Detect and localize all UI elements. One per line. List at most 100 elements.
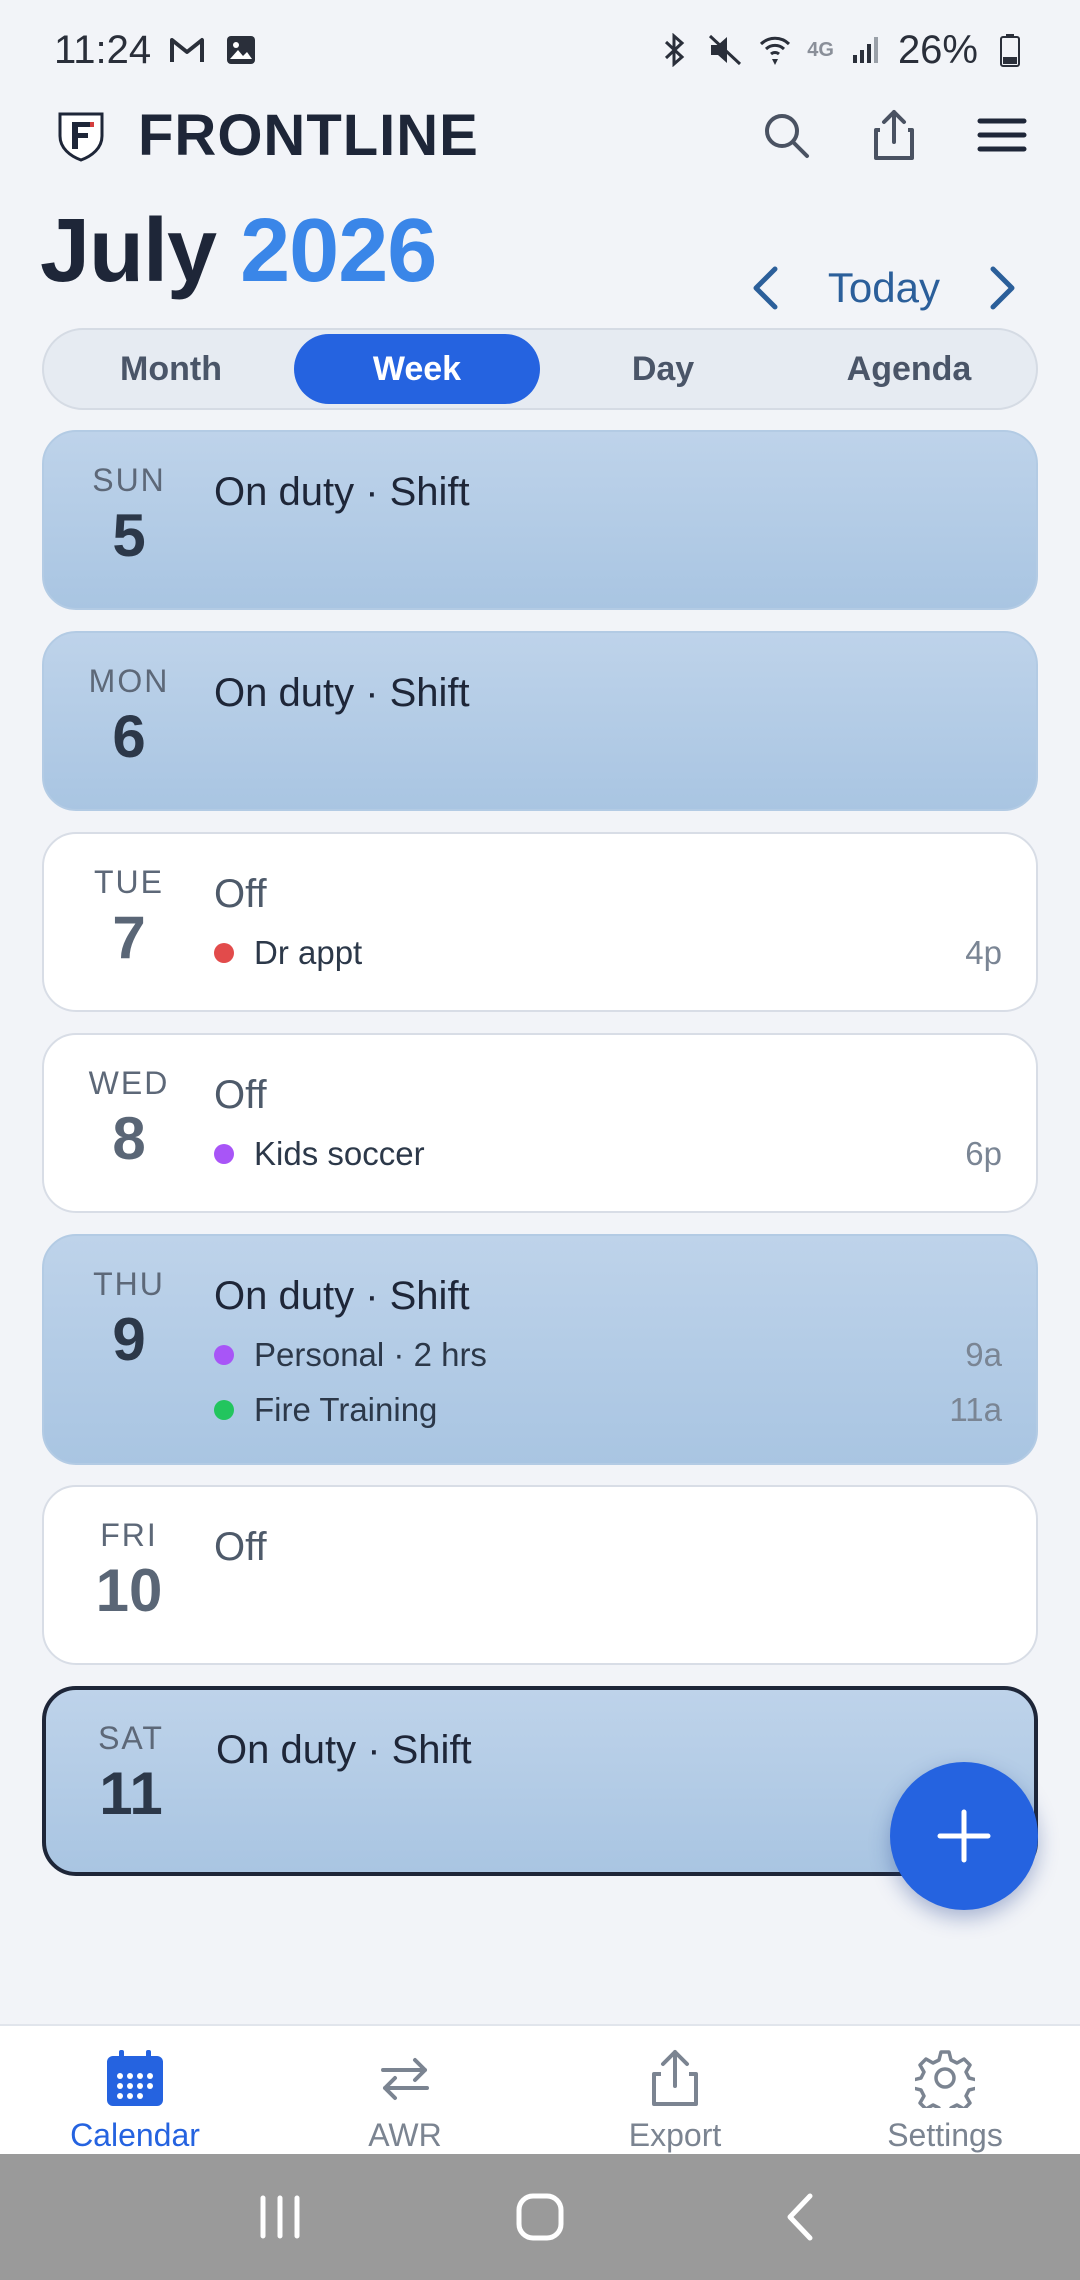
- recent-apps-button[interactable]: [245, 2182, 315, 2252]
- brand-title: FRONTLINE: [138, 102, 479, 168]
- nav-settings-label: Settings: [887, 2117, 1003, 2153]
- event-color-dot: [214, 1345, 234, 1365]
- day-status: Off: [214, 1525, 267, 1569]
- day-of-week: SUN: [92, 462, 166, 498]
- menu-button[interactable]: [972, 105, 1032, 165]
- nav-calendar[interactable]: Calendar: [0, 2026, 270, 2154]
- day-status: Off: [214, 1073, 267, 1117]
- day-date: TUE 7: [44, 864, 214, 972]
- day-status: On duty · Shift: [214, 1274, 470, 1318]
- day-of-week: MON: [88, 663, 170, 699]
- plus-icon: [937, 1809, 991, 1863]
- event-title: Dr appt: [254, 934, 363, 971]
- battery-icon: [992, 32, 1028, 68]
- bluetooth-icon: [657, 32, 693, 68]
- menu-icon: [977, 118, 1027, 152]
- network-type: 4G: [807, 38, 834, 61]
- day-date: MON 6: [44, 663, 214, 771]
- settings-icon: [913, 2046, 977, 2109]
- event-title: Kids soccer: [254, 1135, 425, 1172]
- calendar-icon: [103, 2046, 167, 2109]
- day-of-week: SAT: [98, 1720, 164, 1756]
- event-time: 9a: [965, 1336, 1002, 1373]
- share-button[interactable]: [864, 105, 924, 165]
- month-title: July 2026: [40, 200, 437, 303]
- event-time: 6p: [965, 1135, 1002, 1172]
- day-status: On duty · Shift: [214, 671, 470, 715]
- view-switcher: Month Week Day Agenda: [42, 328, 1038, 410]
- home-button[interactable]: [505, 2182, 575, 2252]
- bottom-navigation: Calendar AWR Export Settings: [0, 2024, 1080, 2154]
- app-header: FRONTLINE: [0, 95, 1080, 175]
- day-card-selected[interactable]: SAT 11 On duty · Shift: [42, 1686, 1038, 1876]
- day-of-week: TUE: [94, 864, 164, 900]
- day-number: 8: [112, 1105, 146, 1172]
- share-icon: [874, 110, 914, 160]
- nav-settings[interactable]: Settings: [810, 2026, 1080, 2154]
- previous-week-button[interactable]: [740, 258, 790, 318]
- tab-day[interactable]: Day: [540, 334, 786, 404]
- day-number: 9: [112, 1306, 146, 1373]
- day-date: SUN 5: [44, 462, 214, 570]
- chevron-right-icon: [990, 266, 1015, 310]
- add-event-button[interactable]: [890, 1762, 1038, 1910]
- next-week-button[interactable]: [978, 258, 1028, 318]
- day-date: THU 9: [44, 1266, 214, 1374]
- recent-apps-icon: [260, 2195, 300, 2239]
- day-of-week: FRI: [100, 1517, 158, 1553]
- day-status: Off: [214, 872, 267, 916]
- event-item[interactable]: Fire Training 11a: [214, 1391, 1002, 1429]
- event-time: 4p: [965, 934, 1002, 971]
- nav-export[interactable]: Export: [540, 2026, 810, 2154]
- nav-export-label: Export: [628, 2117, 722, 2153]
- swap-icon: [373, 2046, 437, 2109]
- event-color-dot: [214, 943, 234, 963]
- event-color-dot: [214, 1144, 234, 1164]
- search-button[interactable]: [756, 105, 816, 165]
- event-item[interactable]: Kids soccer 6p: [214, 1135, 1002, 1173]
- event-time: 11a: [949, 1391, 1002, 1428]
- status-time: 11:24: [54, 27, 152, 72]
- day-of-week: THU: [93, 1266, 165, 1302]
- search-icon: [765, 114, 809, 158]
- nav-awr-label: AWR: [368, 2117, 442, 2153]
- gallery-icon: [223, 32, 259, 68]
- gmail-icon: [169, 32, 205, 68]
- month-label: July: [40, 201, 217, 301]
- day-status: On duty · Shift: [214, 470, 470, 514]
- frontline-logo: [58, 112, 104, 162]
- day-card[interactable]: FRI 10 Off: [42, 1485, 1038, 1665]
- event-item[interactable]: Dr appt 4p: [214, 934, 1002, 972]
- day-card[interactable]: TUE 7 Off Dr appt 4p: [42, 832, 1038, 1012]
- day-date: WED 8: [44, 1065, 214, 1173]
- event-title: Personal · 2 hrs: [254, 1336, 487, 1373]
- day-card[interactable]: SUN 5 On duty · Shift: [42, 430, 1038, 610]
- tab-week[interactable]: Week: [294, 334, 540, 404]
- day-date: SAT 11: [46, 1720, 216, 1828]
- today-button[interactable]: Today: [828, 264, 940, 312]
- tab-month[interactable]: Month: [48, 334, 294, 404]
- day-number: 5: [112, 502, 146, 569]
- system-navigation-bar: [0, 2154, 1080, 2280]
- day-number: 6: [112, 703, 146, 770]
- back-icon: [787, 2193, 813, 2241]
- export-icon: [643, 2046, 707, 2109]
- event-item[interactable]: Personal · 2 hrs 9a: [214, 1336, 1002, 1374]
- day-number: 11: [99, 1760, 163, 1827]
- back-button[interactable]: [765, 2182, 835, 2252]
- nav-awr[interactable]: AWR: [270, 2026, 540, 2154]
- day-date: FRI 10: [44, 1517, 214, 1625]
- day-card[interactable]: WED 8 Off Kids soccer 6p: [42, 1033, 1038, 1213]
- day-card[interactable]: MON 6 On duty · Shift: [42, 631, 1038, 811]
- event-title: Fire Training: [254, 1391, 438, 1428]
- home-icon: [516, 2193, 564, 2241]
- day-number: 7: [112, 904, 146, 971]
- event-color-dot: [214, 1400, 234, 1420]
- signal-icon: [848, 32, 884, 68]
- battery-percent: 26%: [897, 27, 978, 72]
- day-card[interactable]: THU 9 On duty · Shift Personal · 2 hrs 9…: [42, 1234, 1038, 1465]
- tab-agenda[interactable]: Agenda: [786, 334, 1032, 404]
- nav-calendar-label: Calendar: [70, 2117, 200, 2153]
- day-of-week: WED: [88, 1065, 170, 1101]
- chevron-left-icon: [753, 266, 778, 310]
